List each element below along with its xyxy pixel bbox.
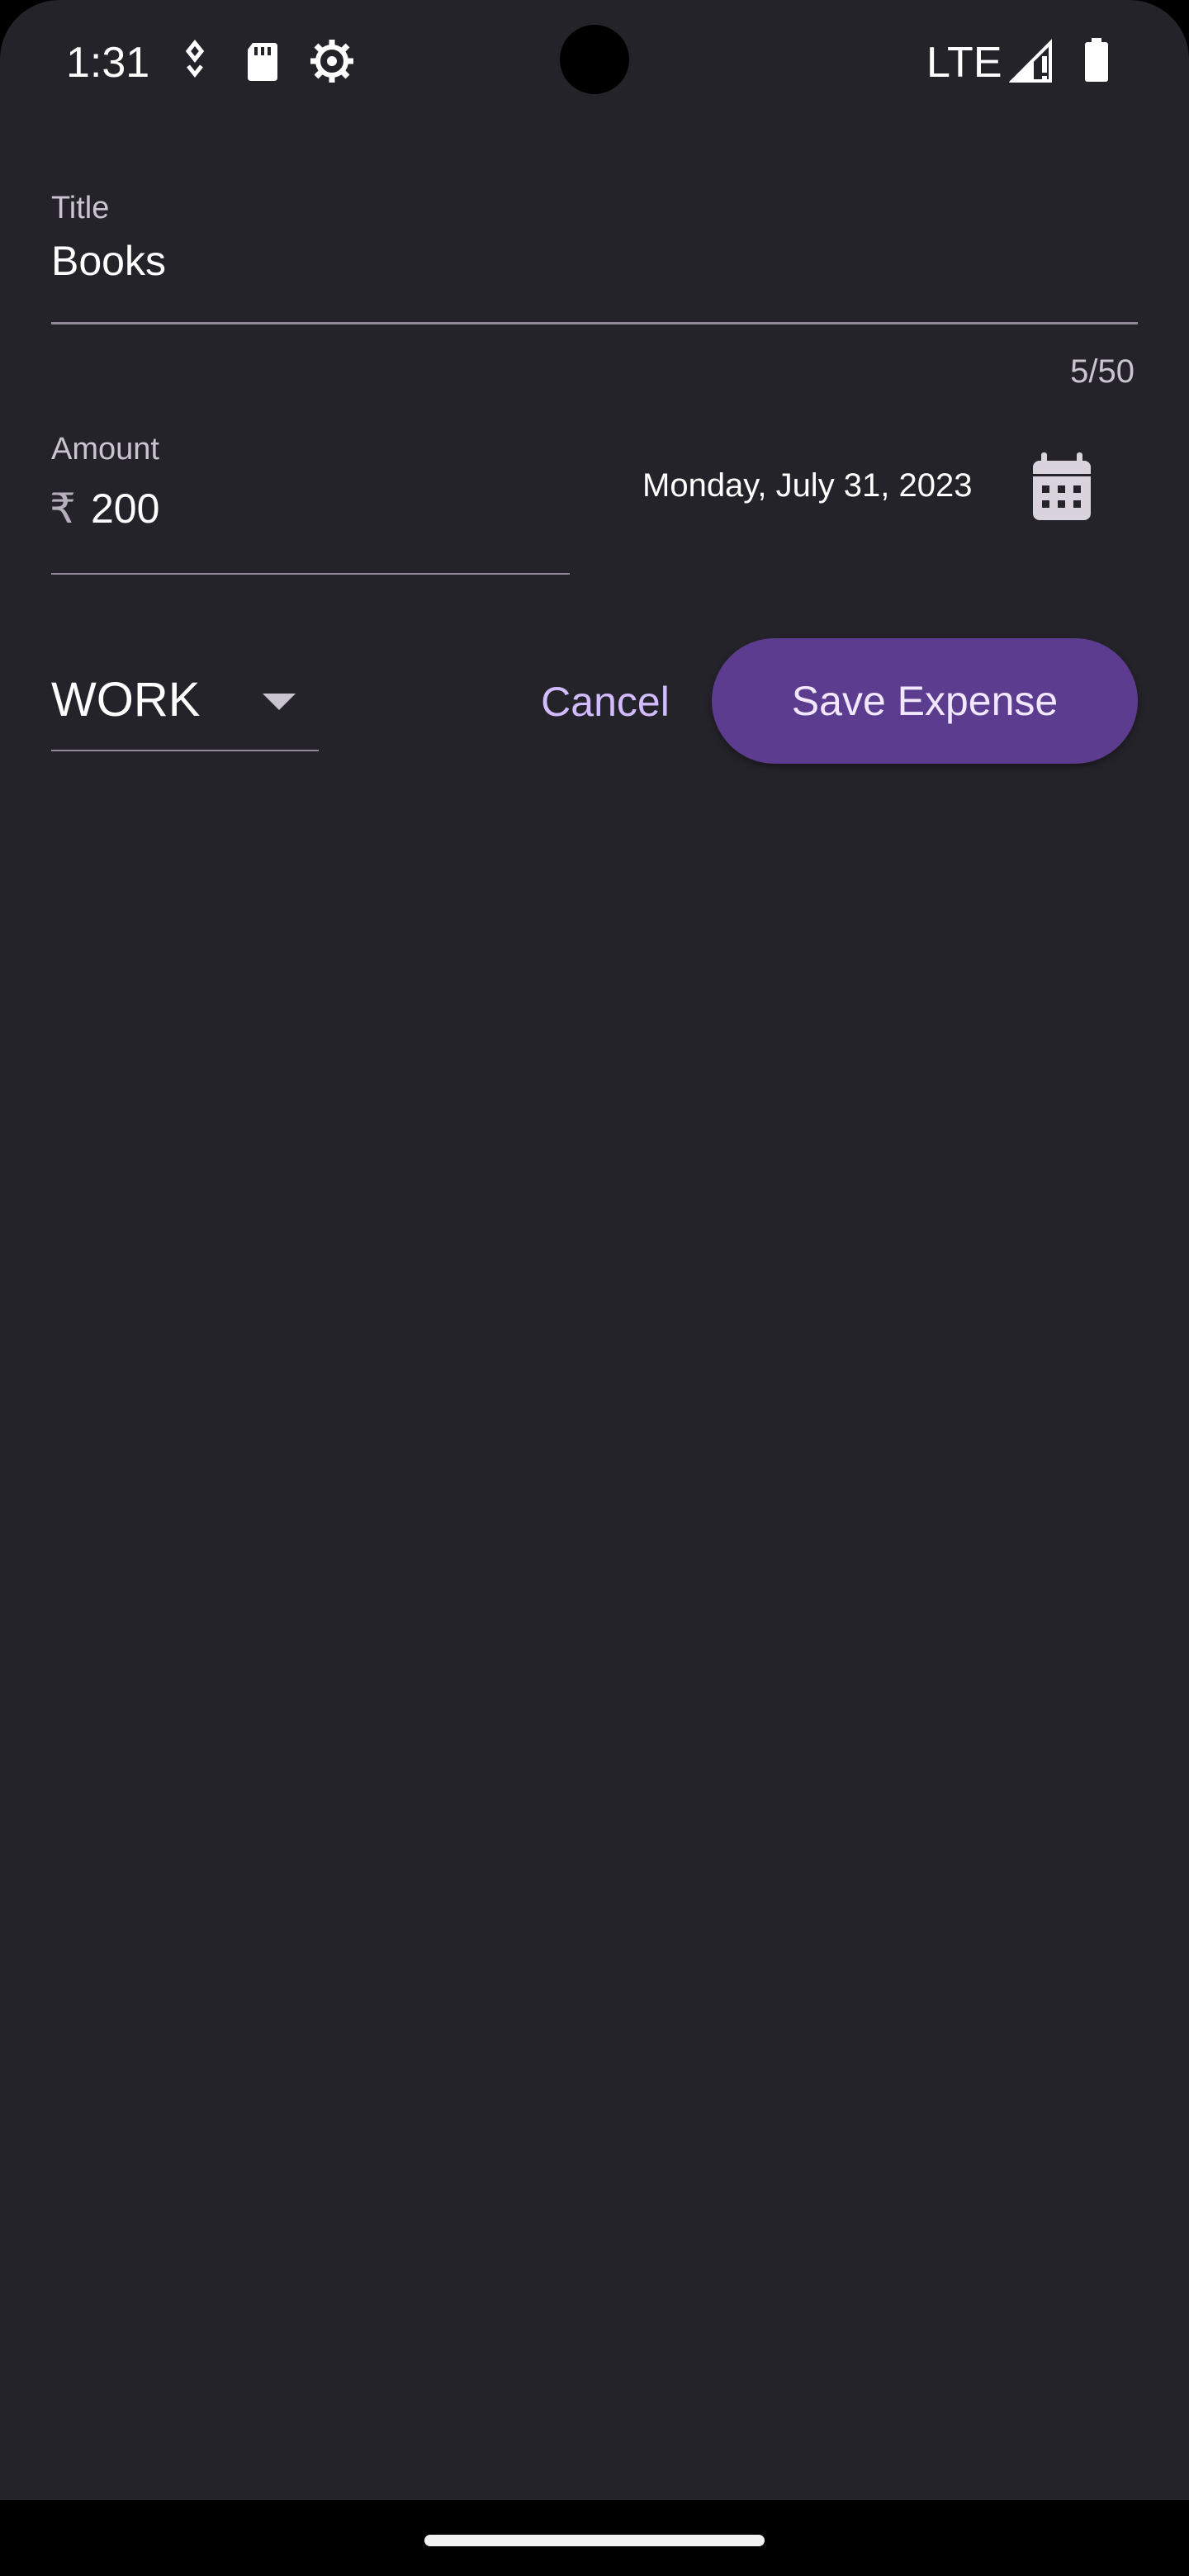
amount-label: Amount (51, 432, 159, 466)
navigation-bar (0, 2500, 1189, 2576)
signal-icon (1009, 39, 1052, 83)
title-input[interactable]: Books (51, 234, 166, 287)
calendar-icon[interactable] (1021, 446, 1103, 528)
selected-date: Monday, July 31, 2023 (642, 467, 973, 504)
amount-underline (51, 573, 570, 575)
rupee-prefix: ₹ (50, 485, 76, 532)
settings-gear-icon (310, 40, 353, 83)
amount-input[interactable]: 200 (91, 482, 159, 535)
dropdown-arrow-icon (263, 694, 296, 710)
battery-icon (1085, 38, 1108, 82)
category-dropdown[interactable]: WORK (51, 652, 319, 751)
home-gesture-handle[interactable] (424, 2535, 765, 2546)
notification-icon (185, 39, 205, 78)
title-character-counter: 5/50 (1070, 353, 1135, 390)
category-selected-value: WORK (51, 673, 201, 727)
status-time: 1:31 (66, 39, 150, 87)
save-expense-button[interactable]: Save Expense (712, 638, 1138, 764)
add-expense-screen: 1:31 LTE Title Books 5/50 Amount ₹ 200 M… (0, 0, 1189, 2500)
title-label: Title (51, 191, 110, 225)
network-type: LTE (926, 39, 1002, 87)
status-bar: 1:31 LTE (0, 0, 1189, 124)
title-underline (51, 322, 1138, 324)
dropdown-underline (51, 750, 319, 751)
sd-card-icon (248, 43, 277, 81)
cancel-button[interactable]: Cancel (520, 652, 690, 751)
camera-cutout (560, 25, 629, 94)
